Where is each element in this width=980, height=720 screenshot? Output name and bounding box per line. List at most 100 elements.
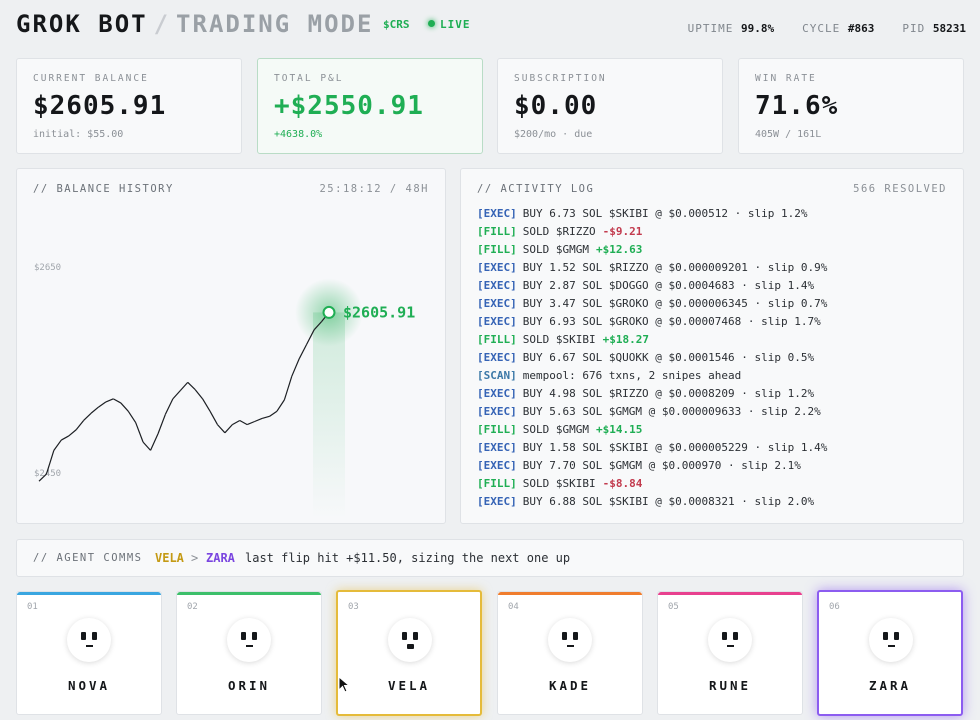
agent-number: 06 [829, 602, 840, 612]
metric-current-balance: CURRENT BALANCE $2605.91 initial: $55.00 [16, 58, 242, 154]
log-line: [FILL] SOLD $SKIBI +$18.27 [477, 331, 957, 349]
balance-line-segment [291, 358, 300, 377]
mode-label: TRADING MODE [176, 10, 374, 38]
agent-card-rune[interactable]: 05 RUNE [657, 591, 803, 715]
agent-name: RUNE [708, 678, 752, 693]
pid-label: PID [902, 22, 926, 35]
comms-recipient: ZARA [206, 551, 235, 565]
balance-line-segment [269, 410, 278, 417]
log-line: [EXEC] BUY 2.87 SOL $DOGGO @ $0.0004683 ·… [477, 277, 957, 295]
log-line: [EXEC] BUY 1.58 SOL $SKIBI @ $0.000005229… [477, 439, 957, 457]
pid-value: 58231 [932, 22, 966, 35]
agent-avatar-icon [869, 618, 913, 662]
log-text: BUY 6.93 SOL $GROKO @ $0.00007468 · slip… [522, 315, 821, 328]
metric-label: TOTAL P&L [274, 73, 344, 84]
eye [241, 632, 246, 640]
log-line: [EXEC] BUY 5.63 SOL $GMGM @ $0.000009633 … [477, 403, 957, 421]
eye [252, 632, 257, 640]
balance-line-segment [149, 433, 159, 451]
balance-line-segment [142, 441, 151, 451]
metric-label: WIN RATE [755, 73, 817, 84]
eye [402, 632, 407, 640]
mouse-cursor-icon [338, 676, 350, 693]
live-label: LIVE [440, 18, 471, 31]
agent-name: ORIN [227, 678, 271, 693]
log-text: SOLD $GMGM [522, 423, 589, 436]
agent-card-nova[interactable]: 01 NOVA [16, 591, 162, 715]
log-line: [EXEC] BUY 7.70 SOL $GMGM @ $0.000970 · s… [477, 457, 957, 475]
balance-line-segment [187, 381, 196, 391]
agent-number: 02 [187, 602, 198, 612]
agent-number: 04 [508, 602, 519, 612]
balance-line-segment [135, 422, 144, 443]
agent-avatar-icon [548, 618, 592, 662]
top-header: GROK BOT / TRADING MODE $CRS LIVE UPTIME 9… [16, 10, 966, 42]
balance-line-segment [232, 419, 241, 426]
log-line: [EXEC] BUY 6.67 SOL $QUOKK @ $0.0001546 ·… [477, 349, 957, 367]
eye [733, 632, 738, 640]
metric-sub: +4638.0% [274, 129, 323, 140]
agent-name: VELA [387, 678, 431, 693]
log-tag: [EXEC] [477, 387, 517, 400]
balance-chart: $2650 $2450 $2605.91 [34, 263, 415, 519]
log-tag: [FILL] [477, 423, 517, 436]
balance-history-panel: // BALANCE HISTORY 25:18:12 / 48H $2650 … [16, 168, 446, 524]
log-text: BUY 1.52 SOL $RIZZO @ $0.000009201 · sli… [522, 261, 828, 274]
mouth [727, 645, 734, 647]
balance-line-segment [53, 439, 62, 451]
log-amount: +$14.15 [595, 423, 643, 436]
log-line: [EXEC] BUY 6.88 SOL $SKIBI @ $0.0008321 ·… [477, 493, 957, 511]
metric-sub: $200/mo · due [514, 129, 593, 140]
balance-line-segment [194, 389, 204, 400]
log-tag: [EXEC] [477, 459, 517, 472]
agent-name: ZARA [868, 678, 912, 693]
eye [883, 632, 888, 640]
agent-comms-label: // AGENT COMMS [33, 552, 143, 564]
balance-line-segment [113, 398, 122, 404]
activity-log-list[interactable]: [EXEC] BUY 6.73 SOL $SKIBI @ $0.000512 · … [477, 205, 957, 515]
log-tag: [EXEC] [477, 495, 517, 508]
log-text: SOLD $RIZZO [522, 225, 596, 238]
agent-card-orin[interactable]: 02 ORIN [176, 591, 322, 715]
metric-value: +$2550.91 [274, 91, 424, 121]
log-text: BUY 7.70 SOL $GMGM @ $0.000970 · slip 2.… [522, 459, 801, 472]
live-dot-icon [428, 20, 435, 27]
comms-message: last flip hit +$11.50, sizing the next o… [245, 551, 571, 565]
balance-line-segment [217, 424, 226, 434]
brand-name: GROK BOT [16, 10, 148, 38]
agent-comms-bar: // AGENT COMMS VELA > ZARA last flip hit… [16, 539, 964, 577]
log-tag: [FILL] [477, 225, 517, 238]
comms-sender: VELA [155, 551, 184, 565]
balance-line-segment [202, 398, 211, 412]
log-line: [FILL] SOLD $RIZZO -$9.21 [477, 223, 957, 241]
metric-sub: 405W / 161L [755, 129, 822, 140]
eye [413, 632, 418, 640]
agent-color-bar [658, 592, 802, 595]
agent-card-zara[interactable]: 06 ZARA [817, 590, 963, 716]
balance-line-segment [68, 429, 77, 437]
log-text: BUY 2.87 SOL $DOGGO @ $0.0004683 · slip … [522, 279, 815, 292]
agent-card-kade[interactable]: 04 KADE [497, 591, 643, 715]
balance-line-segment [61, 435, 70, 441]
metric-sub: initial: $55.00 [33, 129, 124, 140]
agent-card-vela[interactable]: 03 VELA [336, 590, 482, 716]
log-text: SOLD $SKIBI [522, 477, 596, 490]
log-line: [EXEC] BUY 3.47 SOL $GROKO @ $0.000006345… [477, 295, 957, 313]
agent-name: NOVA [67, 678, 111, 693]
agent-avatar-icon [708, 618, 752, 662]
app-title: GROK BOT / TRADING MODE [16, 10, 373, 38]
mouth [246, 645, 253, 647]
log-tag: [EXEC] [477, 351, 517, 364]
agent-avatar-icon [388, 618, 432, 662]
activity-resolved-count: 566 RESOLVED [853, 183, 947, 195]
agent-color-bar [177, 592, 321, 595]
log-tag: [EXEC] [477, 405, 517, 418]
metric-subscription: SUBSCRIPTION $0.00 $200/mo · due [497, 58, 723, 154]
eye [92, 632, 97, 640]
log-line: [FILL] SOLD $SKIBI -$8.84 [477, 475, 957, 493]
log-text: BUY 4.98 SOL $RIZZO @ $0.0008209 · slip … [522, 387, 815, 400]
log-amount: -$8.84 [602, 477, 643, 490]
log-text: BUY 6.88 SOL $SKIBI @ $0.0008321 · slip … [522, 495, 815, 508]
log-line: [FILL] SOLD $GMGM +$12.63 [477, 241, 957, 259]
activity-log-title: // ACTIVITY LOG [477, 183, 595, 195]
